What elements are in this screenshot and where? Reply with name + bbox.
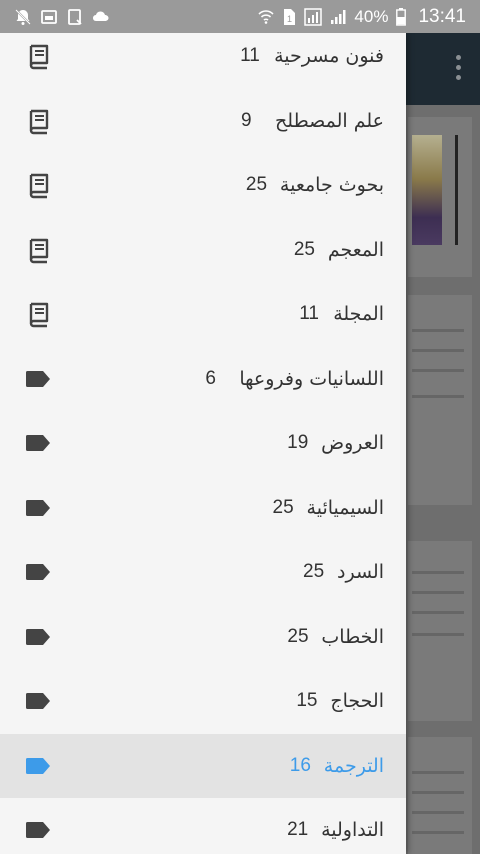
drawer-item-label: السيميائية	[306, 496, 384, 519]
drawer-item-count: 25	[303, 561, 325, 583]
drawer-item-label: التداولية	[321, 819, 384, 842]
tag-icon	[24, 558, 52, 586]
drawer-item-count: 21	[287, 819, 309, 841]
drawer-item[interactable]: 16 الترجمة	[0, 733, 406, 798]
drawer-item[interactable]: 25 الخطاب	[0, 605, 406, 670]
drawer-item-label: فنون مسرحية	[274, 45, 384, 68]
image-icon	[40, 8, 58, 26]
drawer-item-count: 15	[296, 690, 318, 712]
drawer-item-label: علم المصطلح	[275, 109, 384, 132]
drawer-item-label: العروض	[321, 432, 384, 455]
drawer-item[interactable]: 25 بحوث جامعية	[0, 153, 406, 218]
drawer-item-count: 11	[299, 303, 319, 325]
drawer-item[interactable]: 21 التداولية	[0, 798, 406, 854]
drawer-item-text: 9 علم المصطلح	[241, 110, 384, 132]
drawer-item[interactable]: 11 المجلة	[0, 282, 406, 347]
drawer-item-text: 11 المجلة	[299, 303, 384, 325]
lte-icon	[304, 7, 323, 26]
drawer-item-count: 25	[272, 496, 294, 518]
status-right-icons: 1 40% 13:41	[258, 6, 466, 28]
book-icon	[24, 236, 52, 264]
battery-percent: 40%	[354, 6, 389, 26]
drawer-item-count: 6	[205, 367, 216, 389]
drawer-item-label: المعجم	[327, 238, 384, 261]
drawer-item[interactable]: 15 الحجاج	[0, 669, 406, 734]
drawer-item-label: السرد	[337, 561, 384, 584]
clock: 13:41	[418, 5, 466, 27]
drawer-item[interactable]: 19 العروض	[0, 411, 406, 476]
svg-text:1: 1	[287, 14, 292, 24]
book-icon	[24, 171, 52, 199]
drawer-item-text: 25 السيميائية	[273, 497, 384, 519]
drawer-item[interactable]: 25 المعجم	[0, 218, 406, 283]
book-icon	[24, 42, 52, 70]
tag-icon	[24, 623, 52, 651]
drawer-item[interactable]: 11 فنون مسرحية	[0, 33, 406, 89]
drawer-item-text: 15 الحجاج	[296, 690, 384, 712]
overflow-menu-icon[interactable]	[456, 55, 462, 80]
drawer-item-label: بحوث جامعية	[279, 174, 384, 197]
drawer-item-count: 25	[287, 625, 309, 647]
category-list: 11 فنون مسرحية 9 علم المصطلح 25 بحوث جامعية 25…	[0, 33, 406, 854]
drawer-item-text: 11 فنون مسرحية	[240, 45, 384, 67]
drawer-item-text: 25 الخطاب	[287, 626, 384, 648]
book-icon	[24, 300, 52, 328]
drawer-item-text: 25 المعجم	[294, 239, 384, 261]
tag-icon	[24, 752, 52, 780]
background-card	[408, 295, 472, 505]
notification-muted-icon	[14, 8, 32, 26]
drawer-item-count: 19	[287, 432, 309, 454]
drawer-item-label: الترجمة	[323, 754, 384, 777]
drawer-item[interactable]: 6 اللسانيات وفروعها	[0, 347, 406, 412]
tag-icon	[24, 816, 52, 844]
drawer-item-count: 25	[293, 238, 315, 260]
drawer-item-count: 11	[240, 45, 260, 67]
wifi-icon	[258, 9, 274, 25]
drawer-item-label: الخطاب	[321, 625, 384, 648]
tag-icon	[24, 365, 52, 393]
drawer-item-text: 19 العروض	[287, 432, 384, 454]
drawer-item-text: 25 السرد	[303, 561, 384, 583]
cloud-icon	[92, 8, 112, 26]
signal-icon	[330, 9, 346, 25]
background-card	[408, 117, 472, 277]
tag-icon	[24, 429, 52, 457]
drawer-item-label: اللسانيات وفروعها	[239, 367, 384, 390]
battery-icon	[396, 7, 407, 26]
tablet-icon	[66, 8, 84, 26]
drawer-item-label: المجلة	[333, 303, 384, 326]
drawer-item[interactable]: 25 السيميائية	[0, 476, 406, 541]
status-left-icons	[14, 8, 112, 26]
sim-icon: 1	[282, 8, 296, 26]
navigation-drawer: 11 فنون مسرحية 9 علم المصطلح 25 بحوث جامعية 25…	[0, 33, 406, 854]
drawer-item-text: 21 التداولية	[287, 819, 384, 841]
status-bar: 1 40% 13:41	[0, 0, 480, 33]
drawer-item-text: 25 بحوث جامعية	[246, 174, 384, 196]
background-card	[408, 541, 472, 721]
drawer-item-count: 25	[245, 174, 268, 196]
drawer-item-text: 16 الترجمة	[290, 755, 384, 777]
drawer-item-text: 6 اللسانيات وفروعها	[205, 368, 384, 390]
drawer-item-label: الحجاج	[330, 690, 384, 713]
background-card	[408, 737, 472, 854]
drawer-item[interactable]: 25 السرد	[0, 540, 406, 605]
tag-icon	[24, 687, 52, 715]
drawer-item-count: 16	[289, 754, 311, 776]
drawer-item-count: 9	[241, 109, 252, 131]
book-icon	[24, 107, 52, 135]
tag-icon	[24, 494, 52, 522]
drawer-item[interactable]: 9 علم المصطلح	[0, 89, 406, 154]
